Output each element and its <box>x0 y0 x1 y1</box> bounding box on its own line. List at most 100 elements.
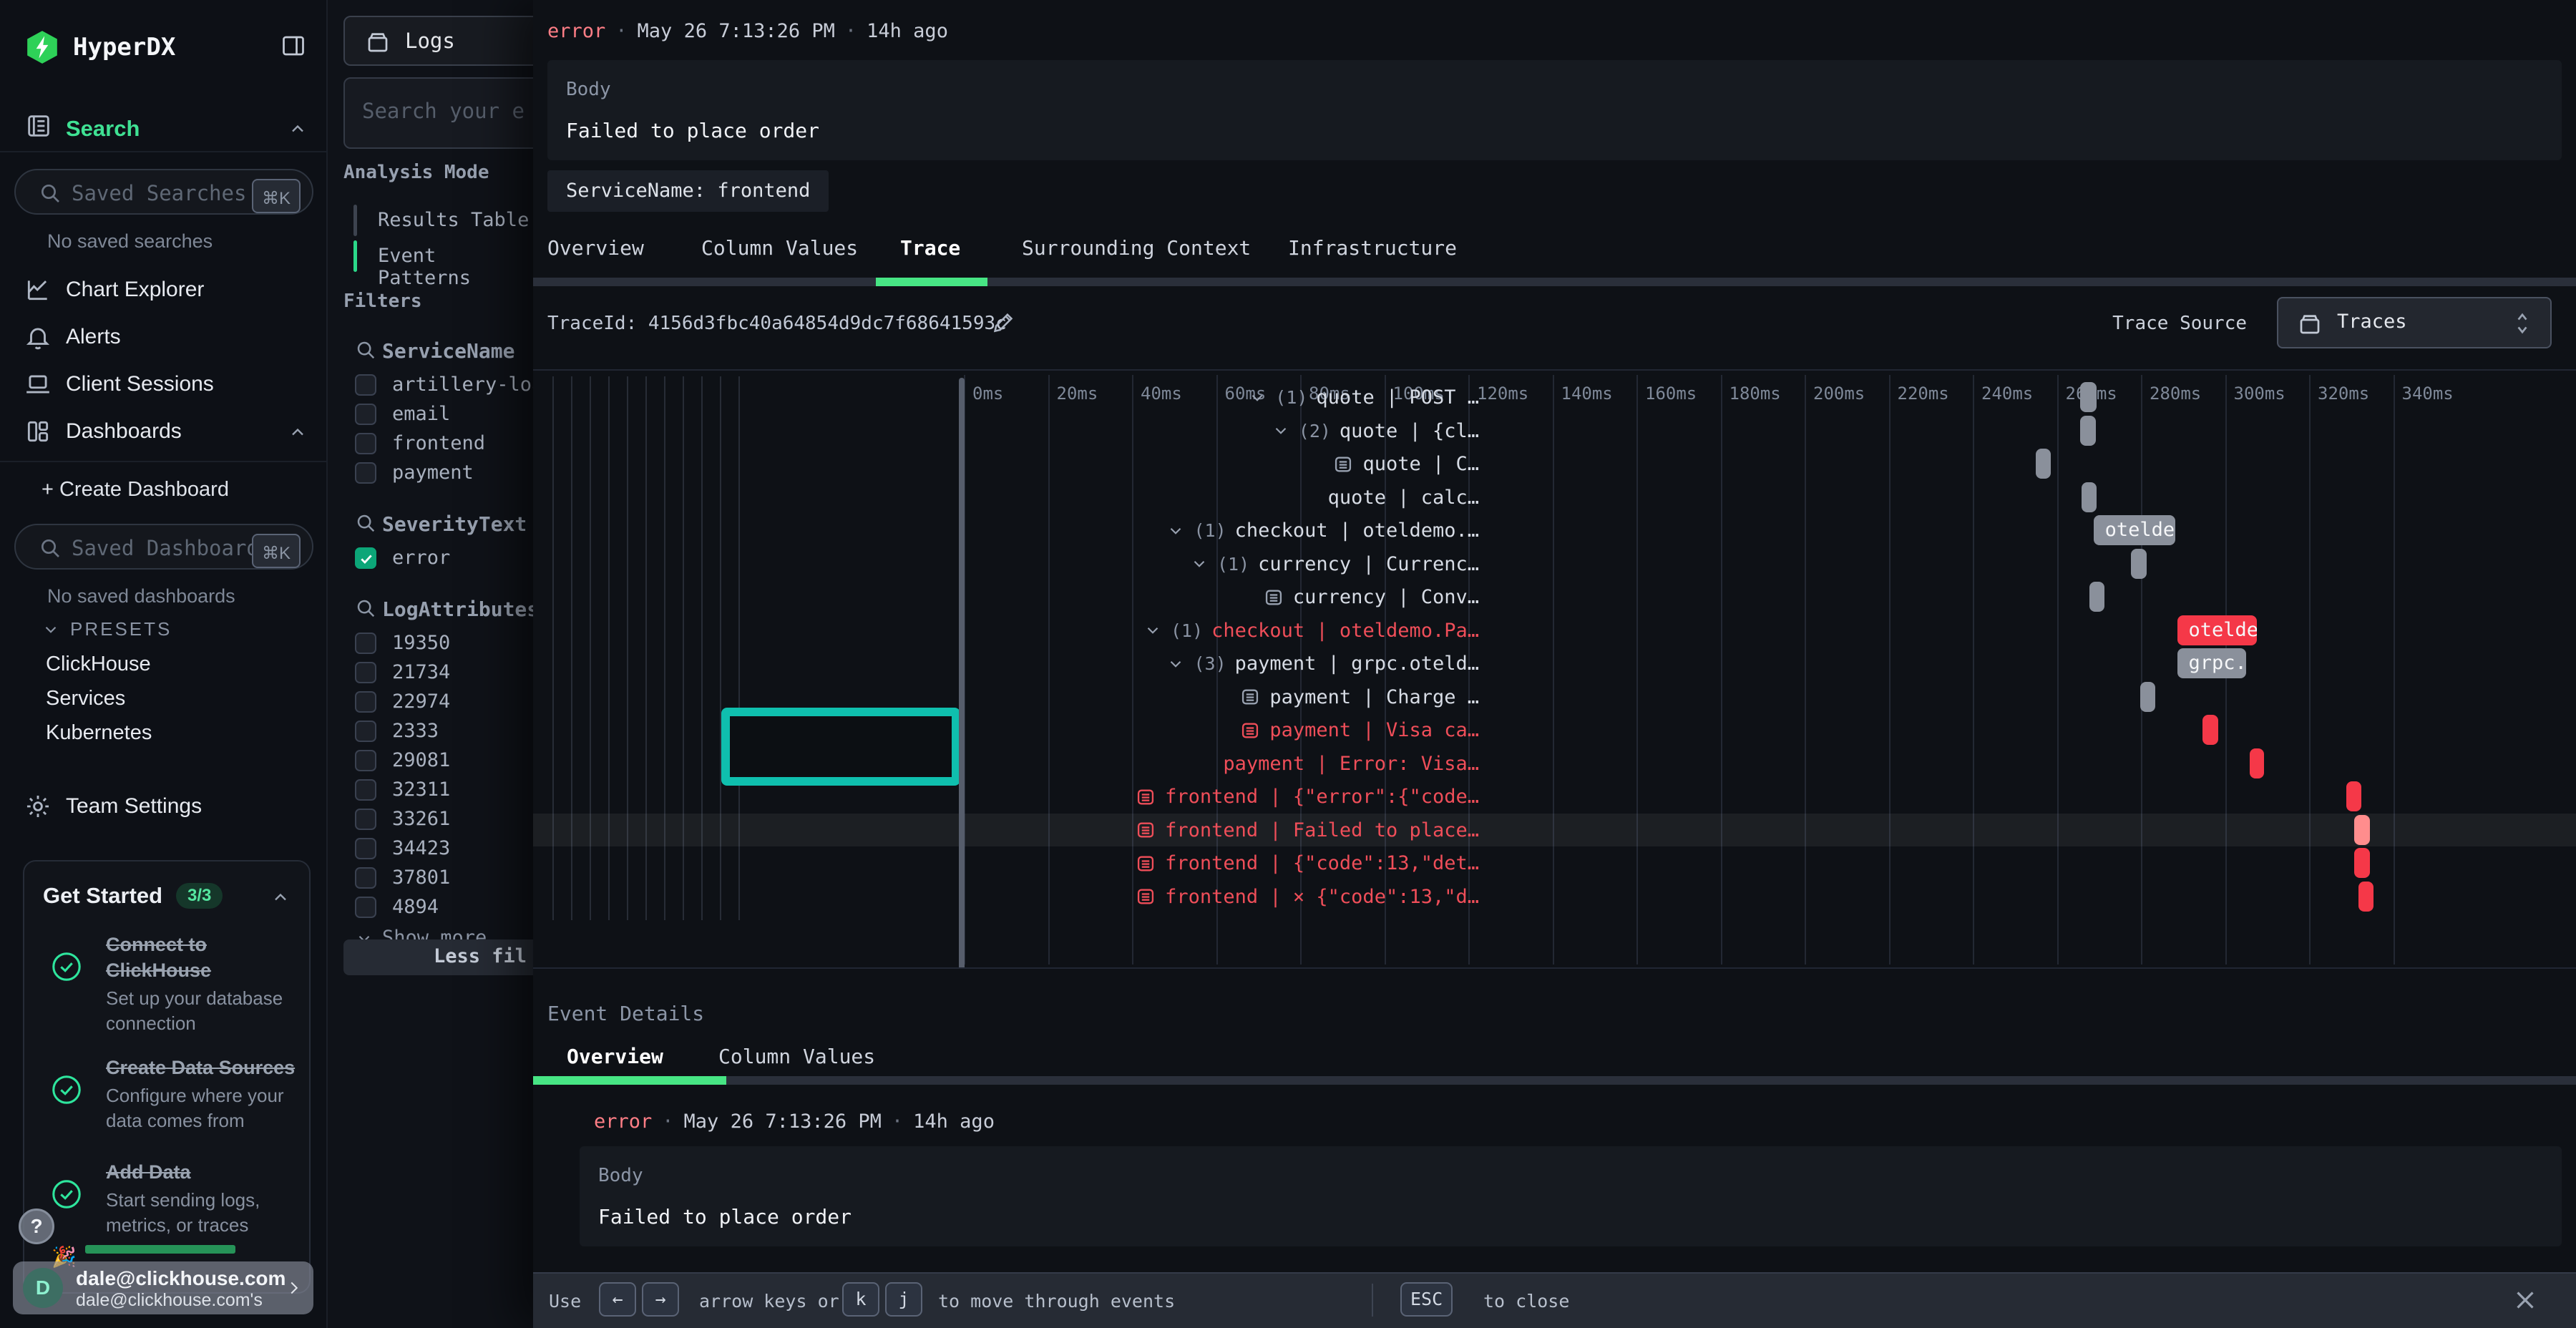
expand-chevron-icon[interactable] <box>1166 655 1185 673</box>
create-dashboard-button[interactable]: + Create Dashboard <box>42 478 229 502</box>
span-bar[interactable]: grpc.o <box>2177 648 2247 678</box>
service-name-chip[interactable]: ServiceName: frontend <box>547 170 829 212</box>
facet-item-artillery-loa[interactable]: artillery-loa <box>328 371 533 400</box>
facet-item-29081[interactable]: 29081 <box>328 746 533 776</box>
span-bar[interactable] <box>2082 482 2097 512</box>
checkbox[interactable] <box>355 633 376 654</box>
analysis-option-event-patterns[interactable]: Event Patterns <box>353 239 532 273</box>
chevron-up-icon[interactable] <box>288 422 308 442</box>
facet-item-19350[interactable]: 19350 <box>328 629 533 658</box>
facet-item-frontend[interactable]: frontend <box>328 429 533 459</box>
saved-searches-input[interactable]: Saved Searches ⌘K <box>14 169 313 215</box>
collapse-sidebar-icon[interactable] <box>280 33 306 59</box>
expand-chevron-icon[interactable] <box>1166 522 1185 540</box>
trace-span-row[interactable]: quote | C… <box>1332 447 1479 481</box>
checkbox[interactable] <box>355 462 376 484</box>
analysis-option-results-table[interactable]: Results Table <box>353 203 532 238</box>
trace-source-select[interactable]: Traces <box>2277 297 2552 348</box>
trace-span-row[interactable]: (2)quote | {cl… <box>1272 414 1479 448</box>
get-started-item[interactable]: Create Data SourcesConfigure where your … <box>39 1055 295 1141</box>
span-bar[interactable] <box>2080 416 2095 446</box>
span-bar[interactable] <box>2354 815 2370 845</box>
checkbox[interactable] <box>355 374 376 396</box>
facet-item-21734[interactable]: 21734 <box>328 658 533 688</box>
sidebar-item-chart-explorer[interactable]: Chart Explorer <box>0 268 328 312</box>
help-button[interactable]: ? <box>19 1209 54 1244</box>
tab-column-values[interactable]: Column Values <box>701 236 858 260</box>
facet-item-error[interactable]: error <box>328 544 533 573</box>
checkbox[interactable] <box>355 404 376 425</box>
event-search-box[interactable] <box>343 77 533 149</box>
trace-span-row[interactable]: payment | Charge … <box>1239 680 1479 714</box>
close-icon[interactable] <box>2510 1285 2540 1315</box>
facet-item-2333[interactable]: 2333 <box>328 717 533 746</box>
trace-span-row[interactable]: frontend | {"error":{"code… <box>1135 780 1479 814</box>
tab-overview[interactable]: Overview <box>547 236 644 260</box>
preset-kubernetes[interactable]: Kubernetes <box>46 721 152 745</box>
get-started-item[interactable]: Add DataStart sending logs, metrics, or … <box>39 1159 295 1245</box>
facet-item-22974[interactable]: 22974 <box>328 688 533 717</box>
span-bar[interactable] <box>2202 715 2218 745</box>
checkbox[interactable] <box>355 433 376 454</box>
tab-infrastructure[interactable]: Infrastructure <box>1288 236 1457 260</box>
trace-span-row[interactable]: (1)quote | POST … <box>1248 381 1479 414</box>
expand-chevron-icon[interactable] <box>1272 421 1290 440</box>
trace-span-row[interactable]: (1)checkout | oteldemo.Pa… <box>1143 614 1479 648</box>
trace-span-row[interactable]: frontend | Failed to place… <box>1135 814 1479 847</box>
span-bar[interactable] <box>2250 748 2264 778</box>
span-bar[interactable]: oteldem <box>2094 515 2175 545</box>
span-bar[interactable] <box>2036 449 2051 479</box>
trace-span-row[interactable]: quote | calc… <box>1328 481 1479 514</box>
presets-toggle[interactable]: PRESETS <box>42 618 172 640</box>
facet-item-37801[interactable]: 37801 <box>328 864 533 893</box>
span-bar[interactable] <box>2089 582 2104 612</box>
expand-chevron-icon[interactable] <box>1248 389 1267 407</box>
trace-span-row[interactable]: payment | Error: Visa… <box>1223 747 1479 781</box>
trace-span-row[interactable]: frontend | × {"code":13,"d… <box>1135 880 1479 914</box>
trace-span-row[interactable]: (1)currency | Currenc… <box>1190 547 1479 581</box>
checkbox[interactable] <box>355 779 376 801</box>
sidebar-item-alerts[interactable]: Alerts <box>0 315 328 359</box>
checkbox[interactable] <box>355 547 376 569</box>
expand-chevron-icon[interactable] <box>1190 555 1209 573</box>
facet-item-payment[interactable]: payment <box>328 459 533 488</box>
user-profile-chip[interactable]: D dale@clickhouse.com dale@clickhouse.co… <box>13 1261 313 1314</box>
trace-span-row[interactable]: currency | Conv… <box>1263 580 1479 614</box>
checkbox[interactable] <box>355 750 376 771</box>
span-bar[interactable] <box>2131 549 2146 579</box>
chevron-up-icon[interactable] <box>270 887 291 907</box>
sidebar-item-search[interactable]: Search <box>0 107 328 150</box>
trace-span-row[interactable]: payment | Visa ca… <box>1239 713 1479 747</box>
span-bar[interactable] <box>2358 882 2374 912</box>
span-bar[interactable] <box>2354 848 2369 878</box>
sidebar-item-dashboards[interactable]: Dashboards <box>0 409 328 454</box>
tab-surrounding-context[interactable]: Surrounding Context <box>1022 236 1251 260</box>
preset-services[interactable]: Services <box>46 687 125 711</box>
chevron-up-icon[interactable] <box>288 119 308 139</box>
source-select[interactable]: Logs <box>343 16 533 66</box>
facet-item-email[interactable]: email <box>328 400 533 429</box>
checkbox[interactable] <box>355 721 376 742</box>
checkbox[interactable] <box>355 867 376 889</box>
facet-item-34423[interactable]: 34423 <box>328 834 533 864</box>
trace-span-row[interactable]: (3)payment | grpc.oteld… <box>1166 647 1479 680</box>
trace-span-row[interactable]: (1)checkout | oteldemo.… <box>1166 514 1479 547</box>
checkbox[interactable] <box>355 809 376 830</box>
span-bar[interactable] <box>2080 382 2097 412</box>
span-bar[interactable]: oteldem <box>2177 615 2257 645</box>
get-started-item[interactable]: Connect to ClickHouseSet up your databas… <box>39 932 295 1036</box>
sidebar-item-client-sessions[interactable]: Client Sessions <box>0 362 328 406</box>
ed-tab-column-values[interactable]: Column Values <box>718 1045 875 1068</box>
checkbox[interactable] <box>355 838 376 859</box>
preset-clickhouse[interactable]: ClickHouse <box>46 653 151 676</box>
tab-trace[interactable]: Trace <box>900 236 960 260</box>
tree-scrollbar[interactable] <box>959 378 965 967</box>
span-bar[interactable] <box>2346 781 2362 811</box>
less-filters-button[interactable]: Less fil <box>343 939 533 975</box>
facet-item-32311[interactable]: 32311 <box>328 776 533 805</box>
saved-dashboards-input[interactable]: Saved Dashboards ⌘K <box>14 524 313 570</box>
search-input[interactable] <box>362 99 533 123</box>
edit-icon[interactable] <box>991 308 1018 336</box>
checkbox[interactable] <box>355 662 376 683</box>
sidebar-item-team-settings[interactable]: Team Settings <box>0 784 328 829</box>
